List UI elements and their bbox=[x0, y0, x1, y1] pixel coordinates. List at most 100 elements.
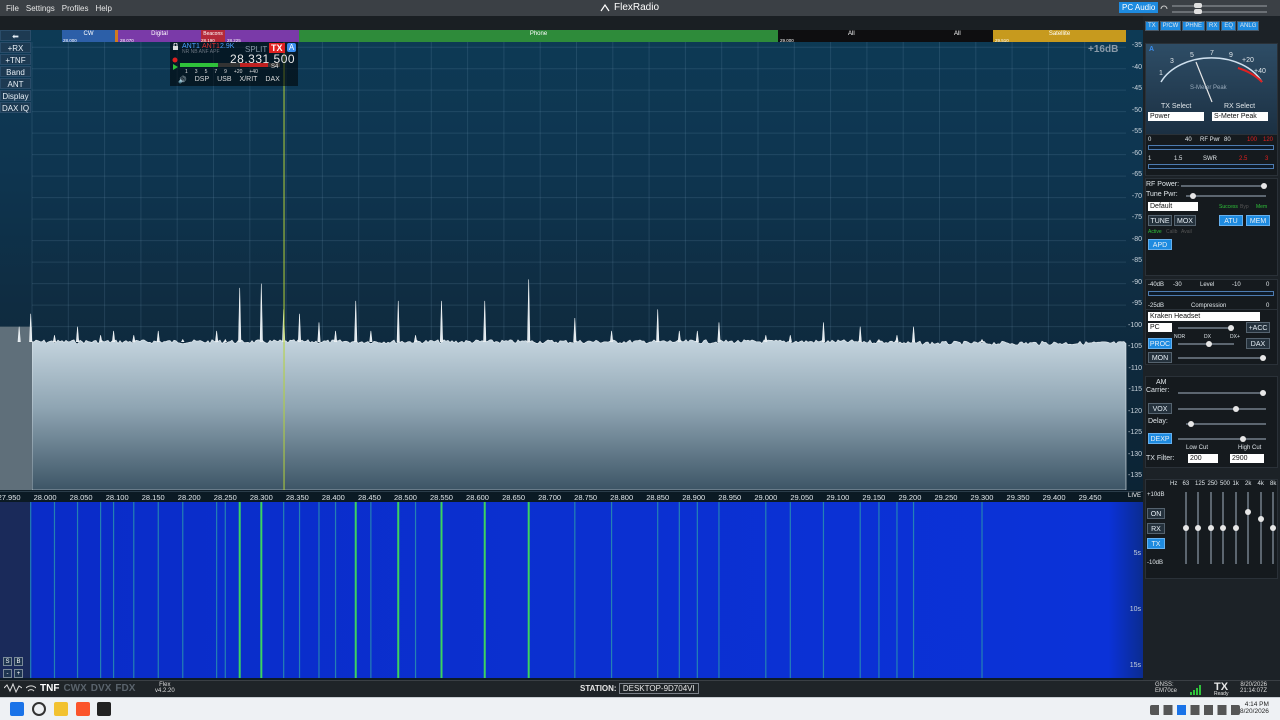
pc-audio-button[interactable]: PC Audio bbox=[1119, 2, 1159, 13]
tab-phne[interactable]: PHNE bbox=[1182, 21, 1206, 31]
eq-slider-track[interactable] bbox=[1232, 492, 1239, 564]
headphone-volume-slider[interactable] bbox=[1172, 9, 1267, 14]
atu-button[interactable]: ATU bbox=[1219, 215, 1243, 226]
eq-slider-track[interactable] bbox=[1182, 492, 1189, 564]
band-button[interactable]: Band bbox=[0, 66, 31, 77]
menu-help[interactable]: Help bbox=[95, 4, 111, 13]
waveform-icon[interactable] bbox=[4, 683, 22, 693]
proc-button[interactable]: PROC bbox=[1148, 338, 1172, 349]
station-name[interactable]: DESKTOP-9D704VI bbox=[618, 683, 699, 694]
eq-tx-button[interactable]: TX bbox=[1147, 538, 1165, 549]
tab-dsp[interactable]: DSP bbox=[195, 76, 209, 84]
rx-meter-select[interactable]: S-Meter Peak bbox=[1212, 112, 1268, 121]
menu-file[interactable]: File bbox=[6, 4, 19, 13]
mem-button[interactable]: MEM bbox=[1246, 215, 1270, 226]
eq-slider-track[interactable] bbox=[1207, 492, 1214, 564]
eq-rx-button[interactable]: RX bbox=[1147, 523, 1165, 534]
record-icon[interactable] bbox=[172, 57, 178, 63]
waterfall-trace bbox=[610, 502, 613, 678]
tune-power-slider[interactable] bbox=[1186, 193, 1266, 199]
waterfall[interactable] bbox=[0, 502, 1143, 678]
mon-button[interactable]: MON bbox=[1148, 352, 1172, 363]
panadapter[interactable] bbox=[0, 30, 1143, 490]
ant-button[interactable]: ANT bbox=[0, 78, 31, 89]
menu-settings[interactable]: Settings bbox=[26, 4, 55, 13]
eq-slider-track[interactable] bbox=[1245, 492, 1251, 564]
rf-power-slider[interactable] bbox=[1181, 183, 1267, 189]
mic-device-select[interactable]: Kraken Headset bbox=[1148, 312, 1260, 321]
display-button[interactable]: Display bbox=[0, 90, 31, 101]
lineout-volume-slider[interactable] bbox=[1172, 3, 1267, 8]
zoom-in-icon[interactable]: + bbox=[14, 669, 23, 678]
eq-slider-knob[interactable] bbox=[1182, 525, 1189, 531]
tab-eq[interactable]: EQ bbox=[1221, 21, 1237, 31]
file-explorer-icon[interactable] bbox=[54, 702, 68, 716]
apd-button[interactable]: APD bbox=[1148, 239, 1172, 250]
tab-tx[interactable]: TX bbox=[1145, 21, 1159, 31]
system-tray-icons[interactable] bbox=[1150, 705, 1240, 715]
eq-slider-knob[interactable] bbox=[1195, 525, 1201, 531]
utc-time: 21:14:07Z bbox=[1240, 688, 1268, 694]
mon-level-slider[interactable] bbox=[1178, 355, 1266, 361]
eq-slider-knob[interactable] bbox=[1220, 525, 1226, 531]
slice-flag-a[interactable]: ANT1 ANT1 2.9K NR NB ANF APF SPLIT TX A … bbox=[170, 42, 298, 86]
eq-slider-track[interactable] bbox=[1270, 492, 1276, 564]
smartsdr-taskbar-icon[interactable] bbox=[97, 702, 111, 716]
dax-iq-button[interactable]: DAX IQ bbox=[0, 102, 31, 113]
play-icon[interactable] bbox=[172, 64, 178, 70]
mic-gain-slider[interactable] bbox=[1178, 325, 1234, 331]
dvx-toggle[interactable]: DVX bbox=[91, 683, 112, 694]
taskbar-clock[interactable]: 4:14 PM 8/20/2026 bbox=[1240, 701, 1269, 715]
vox-level-slider[interactable] bbox=[1178, 406, 1266, 412]
eq-slider-knob[interactable] bbox=[1245, 509, 1251, 516]
dexp-slider[interactable] bbox=[1178, 436, 1266, 442]
cwx-toggle[interactable]: CWX bbox=[63, 683, 86, 694]
tab-xrit[interactable]: X/RIT bbox=[240, 76, 258, 84]
eq-slider-track[interactable] bbox=[1195, 492, 1201, 564]
acc-button[interactable]: +ACC bbox=[1246, 322, 1270, 333]
tx-profile-select[interactable]: Default bbox=[1148, 202, 1198, 211]
panadapter-spectrum[interactable] bbox=[0, 30, 1143, 490]
eq-slider-track[interactable] bbox=[1220, 492, 1226, 564]
eq-slider-knob[interactable] bbox=[1207, 525, 1214, 531]
tx-filter-high[interactable]: 2900 bbox=[1230, 454, 1264, 463]
lock-icon[interactable] bbox=[172, 43, 179, 50]
windows-start-icon[interactable] bbox=[10, 702, 24, 716]
eq-slider-knob[interactable] bbox=[1232, 525, 1239, 531]
mic-source-select[interactable]: PC bbox=[1148, 323, 1172, 332]
brave-browser-icon[interactable] bbox=[76, 702, 90, 716]
s-icon[interactable]: S bbox=[3, 657, 12, 666]
tab-mode[interactable]: USB bbox=[217, 76, 231, 84]
tx-filter-low[interactable]: 200 bbox=[1188, 454, 1218, 463]
collapse-arrow-button[interactable]: ⬅ bbox=[0, 30, 31, 41]
vox-button[interactable]: VOX bbox=[1148, 403, 1172, 414]
zoom-out-icon[interactable]: - bbox=[3, 669, 12, 678]
tab-rx[interactable]: RX bbox=[1206, 21, 1221, 31]
search-icon[interactable] bbox=[32, 702, 46, 716]
mox-button[interactable]: MOX bbox=[1174, 215, 1196, 226]
vox-delay-slider[interactable] bbox=[1186, 421, 1266, 427]
add-rx-button[interactable]: +RX bbox=[0, 42, 31, 53]
proc-slider[interactable] bbox=[1178, 341, 1234, 347]
tab-pcw[interactable]: P/CW bbox=[1159, 21, 1182, 31]
dax-tx-button[interactable]: DAX bbox=[1246, 338, 1270, 349]
fdx-toggle[interactable]: FDX bbox=[115, 683, 135, 694]
tab-dax[interactable]: DAX bbox=[265, 76, 279, 84]
b-icon[interactable]: B bbox=[14, 657, 23, 666]
tab-anlg[interactable]: ANLG bbox=[1237, 21, 1260, 31]
tnf-toggle[interactable]: TNF bbox=[40, 683, 59, 694]
tx-meter-select[interactable]: Power bbox=[1148, 112, 1204, 121]
am-carrier-slider[interactable] bbox=[1178, 390, 1266, 396]
tune-button[interactable]: TUNE bbox=[1148, 215, 1172, 226]
eq-slider-knob[interactable] bbox=[1270, 525, 1276, 531]
db-scale[interactable]: -35 -40 -45 -50 -55 -60 -65 -70 -75 -80 -85 -90 -95 -… bbox=[1126, 30, 1144, 490]
eq-slider-track[interactable] bbox=[1257, 492, 1264, 564]
eq-slider-knob[interactable] bbox=[1257, 516, 1264, 523]
dexp-button[interactable]: DEXP bbox=[1148, 433, 1172, 444]
wifi-icon[interactable] bbox=[26, 683, 36, 693]
add-tnf-button[interactable]: +TNF bbox=[0, 54, 31, 65]
eq-on-button[interactable]: ON bbox=[1147, 508, 1165, 519]
menu-profiles[interactable]: Profiles bbox=[62, 4, 89, 13]
audio-speaker-icon[interactable]: 🔊 bbox=[178, 76, 187, 84]
frequency-axis[interactable]: LIVE 27.950 28.000 28.050 28.100 28.150 28.20… bbox=[0, 491, 1143, 502]
